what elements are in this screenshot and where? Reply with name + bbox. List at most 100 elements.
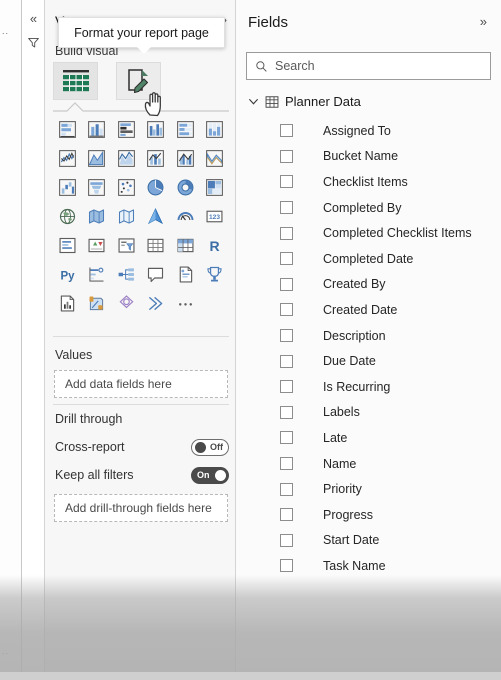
funnel-chart-icon[interactable] [83, 174, 112, 201]
field-checkbox[interactable] [280, 226, 293, 240]
field-checkbox[interactable] [280, 354, 293, 368]
scatter-chart-icon[interactable] [112, 174, 141, 201]
field-row[interactable]: Bucket Name [236, 144, 501, 170]
keep-all-filters-toggle[interactable]: On [191, 466, 229, 484]
filled-map-icon[interactable] [83, 203, 112, 230]
field-row[interactable]: Checklist Items [236, 169, 501, 195]
clustered-column-chart-icon[interactable] [142, 116, 171, 143]
tab-selected-indicator [53, 102, 229, 112]
line-stacked-column-chart-icon[interactable] [142, 145, 171, 172]
100-stacked-column-chart-icon[interactable] [201, 116, 230, 143]
gauge-icon[interactable] [171, 203, 200, 230]
field-checkbox[interactable] [280, 201, 293, 215]
card-icon[interactable]: 123 [201, 203, 230, 230]
field-checkbox[interactable] [280, 149, 293, 163]
field-checkbox[interactable] [280, 252, 293, 266]
field-checkbox[interactable] [280, 380, 293, 394]
field-row[interactable]: Late [236, 425, 501, 451]
more-options-icon[interactable] [171, 290, 200, 317]
ribbon-chart-icon[interactable] [201, 145, 230, 172]
field-row[interactable]: Is Recurring [236, 374, 501, 400]
stacked-area-chart-icon[interactable] [112, 145, 141, 172]
metrics-icon[interactable] [201, 261, 230, 288]
tab-build-visual[interactable] [53, 62, 98, 100]
100-stacked-bar-chart-icon[interactable] [171, 116, 200, 143]
slicer-icon[interactable] [112, 232, 141, 259]
edge-dots-bottom: .. [2, 646, 10, 656]
field-checkbox[interactable] [280, 303, 293, 317]
table-node-planner-data[interactable]: Planner Data [248, 94, 361, 109]
filters-pane-collapsed[interactable]: « Filters [22, 0, 62, 680]
keep-all-filters-row[interactable]: Keep all filters On [55, 465, 229, 485]
field-row[interactable]: Created Date [236, 297, 501, 323]
field-row[interactable]: Completed Checklist Items [236, 220, 501, 246]
map-icon[interactable] [53, 203, 82, 230]
field-checkbox[interactable] [280, 482, 293, 496]
field-row[interactable]: Progress [236, 502, 501, 528]
qna-icon[interactable] [142, 261, 171, 288]
values-section-header: Values [55, 348, 93, 362]
drill-through-dropzone[interactable]: Add drill-through fields here [54, 494, 228, 522]
clustered-bar-chart-icon[interactable] [112, 116, 141, 143]
chevron-double-right-icon[interactable]: » [480, 15, 487, 28]
multi-row-card-icon[interactable] [53, 232, 82, 259]
field-row[interactable]: Due Date [236, 348, 501, 374]
chevron-double-left-icon[interactable]: « [22, 12, 45, 25]
python-visual-icon[interactable]: Py [53, 261, 82, 288]
search-input[interactable] [275, 59, 465, 73]
field-row[interactable]: Start Date [236, 528, 501, 554]
donut-chart-icon[interactable] [171, 174, 200, 201]
funnel-icon [28, 37, 39, 48]
r-script-visual-icon[interactable]: R [201, 232, 230, 259]
power-apps-icon[interactable] [83, 290, 112, 317]
area-chart-icon[interactable] [83, 145, 112, 172]
matrix-icon[interactable] [171, 232, 200, 259]
power-automate-icon[interactable] [112, 290, 141, 317]
tab-format-report-page[interactable] [116, 62, 161, 100]
field-checkbox[interactable] [280, 175, 293, 189]
field-checkbox[interactable] [280, 533, 293, 547]
fields-list: Assigned To Bucket Name Checklist Items Com… [236, 118, 501, 579]
decomposition-tree-icon[interactable] [112, 261, 141, 288]
fields-search-box[interactable] [246, 52, 491, 80]
field-row[interactable]: Name [236, 451, 501, 477]
values-dropzone[interactable]: Add data fields here [54, 370, 228, 398]
field-checkbox[interactable] [280, 431, 293, 445]
waterfall-chart-icon[interactable] [53, 174, 82, 201]
line-chart-icon[interactable] [53, 145, 82, 172]
field-label: Completed By [323, 200, 402, 215]
cross-report-toggle[interactable]: Off [191, 438, 229, 456]
field-row[interactable]: Task Name [236, 553, 501, 579]
field-row[interactable]: Completed By [236, 195, 501, 221]
field-checkbox[interactable] [280, 559, 293, 573]
smart-narrative-icon[interactable] [171, 261, 200, 288]
field-checkbox[interactable] [280, 405, 293, 419]
field-row[interactable]: Labels [236, 400, 501, 426]
field-checkbox[interactable] [280, 329, 293, 343]
key-influencers-icon[interactable] [83, 261, 112, 288]
field-row[interactable]: Completed Date [236, 246, 501, 272]
table-icon[interactable] [142, 232, 171, 259]
chevrons-visual-icon[interactable] [142, 290, 171, 317]
kpi-icon[interactable] [83, 232, 112, 259]
chevron-down-icon[interactable] [248, 96, 259, 107]
shape-map-icon[interactable] [112, 203, 141, 230]
line-clustered-column-chart-icon[interactable] [171, 145, 200, 172]
field-label: Description [323, 328, 386, 343]
field-row[interactable]: Description [236, 323, 501, 349]
treemap-icon[interactable] [201, 174, 230, 201]
paginated-report-icon[interactable] [53, 290, 82, 317]
pie-chart-icon[interactable] [142, 174, 171, 201]
keep-all-filters-toggle-state: On [197, 470, 210, 480]
stacked-bar-chart-icon[interactable] [53, 116, 82, 143]
cross-report-row[interactable]: Cross-report Off [55, 437, 229, 457]
field-checkbox[interactable] [280, 457, 293, 471]
field-row[interactable]: Created By [236, 272, 501, 298]
field-checkbox[interactable] [280, 508, 293, 522]
field-row[interactable]: Priority [236, 476, 501, 502]
field-checkbox[interactable] [280, 277, 293, 291]
field-checkbox[interactable] [280, 124, 293, 138]
stacked-column-chart-icon[interactable] [83, 116, 112, 143]
field-row[interactable]: Assigned To [236, 118, 501, 144]
azure-map-icon[interactable] [142, 203, 171, 230]
